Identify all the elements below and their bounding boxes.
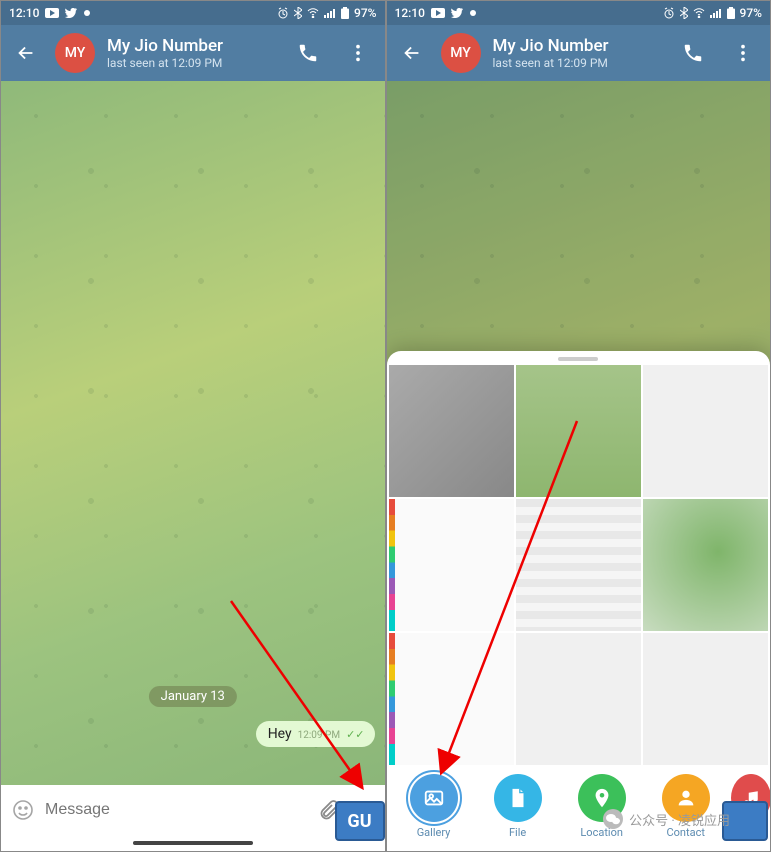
twitter-icon [65, 8, 77, 18]
status-time: 12:10 [9, 6, 39, 20]
chat-background-pattern [1, 81, 385, 785]
sheet-drag-handle[interactable] [558, 357, 598, 361]
twitter-icon [451, 8, 463, 18]
dot-icon [83, 9, 91, 17]
wifi-icon [693, 8, 705, 18]
read-ticks-icon: ✓✓ [346, 728, 364, 741]
wechat-source-overlay: 公众号 · 凌锐应用 [603, 809, 730, 829]
battery-icon [727, 7, 735, 19]
more-vertical-icon [732, 42, 754, 64]
gallery-thumbnail[interactable] [389, 499, 514, 631]
chat-title-block[interactable]: My Jio Number last seen at 12:09 PM [107, 36, 277, 71]
more-button[interactable] [724, 34, 762, 72]
input-bar [1, 785, 385, 835]
gallery-icon [410, 774, 458, 822]
status-bar: 12:10 97% [1, 1, 385, 25]
gallery-thumbnail[interactable] [389, 633, 514, 765]
chat-area[interactable]: January 13 Hey 12:09 PM ✓✓ [1, 81, 385, 785]
attachment-sheet[interactable]: Gallery File Location Contact [387, 351, 771, 851]
action-gallery[interactable]: Gallery [395, 774, 473, 839]
action-label: Gallery [417, 826, 451, 839]
action-label: File [509, 826, 526, 839]
call-button[interactable] [674, 34, 712, 72]
message-time: 12:09 PM [298, 730, 340, 741]
message-text: Hey [268, 726, 292, 742]
gallery-thumbnail[interactable] [643, 499, 768, 631]
file-icon [494, 774, 542, 822]
phone-icon [297, 42, 319, 64]
alarm-icon [277, 7, 289, 19]
emoji-button[interactable] [11, 798, 35, 822]
gallery-thumbnail[interactable] [516, 633, 641, 765]
back-button[interactable] [395, 36, 429, 70]
call-button[interactable] [289, 34, 327, 72]
chat-title-block[interactable]: My Jio Number last seen at 12:09 PM [493, 36, 663, 71]
dot-icon [469, 9, 477, 17]
message-input[interactable] [45, 801, 307, 819]
battery-icon [341, 7, 349, 19]
date-badge: January 13 [149, 686, 237, 707]
back-button[interactable] [9, 36, 43, 70]
wifi-icon [307, 8, 319, 18]
android-navbar[interactable] [1, 835, 385, 851]
bluetooth-icon [294, 7, 302, 19]
bluetooth-icon [680, 7, 688, 19]
battery-percent: 97% [354, 6, 376, 20]
more-vertical-icon [347, 42, 369, 64]
gallery-thumbnail[interactable] [389, 365, 514, 497]
contact-name: My Jio Number [107, 36, 277, 56]
smile-icon [11, 798, 35, 822]
action-file[interactable]: File [479, 774, 557, 839]
wechat-icon [603, 809, 623, 829]
last-seen: last seen at 12:09 PM [107, 56, 277, 70]
alarm-icon [663, 7, 675, 19]
gallery-thumbnail[interactable] [643, 365, 768, 497]
avatar[interactable]: MY [441, 33, 481, 73]
last-seen: last seen at 12:09 PM [493, 56, 663, 70]
gallery-thumbnail[interactable] [643, 633, 768, 765]
attachment-actions: Gallery File Location Contact [387, 765, 771, 851]
screenshot-left: 12:10 97% MY My Jio Number last seen at … [0, 0, 386, 852]
arrow-left-icon [401, 42, 423, 64]
battery-percent: 97% [740, 6, 762, 20]
contact-name: My Jio Number [493, 36, 663, 56]
avatar[interactable]: MY [55, 33, 95, 73]
signal-icon [710, 8, 722, 18]
youtube-icon [45, 8, 59, 18]
gallery-thumbnail[interactable] [516, 365, 641, 497]
status-bar: 12:10 97% [387, 1, 771, 25]
signal-icon [324, 8, 336, 18]
more-button[interactable] [339, 34, 377, 72]
message-bubble[interactable]: Hey 12:09 PM ✓✓ [256, 721, 375, 747]
youtube-icon [431, 8, 445, 18]
arrow-left-icon [15, 42, 37, 64]
gu-watermark [335, 801, 385, 841]
phone-icon [682, 42, 704, 64]
screenshot-right: 12:10 97% MY My Jio Number last seen at … [386, 0, 771, 852]
gallery-grid [387, 365, 771, 765]
status-time: 12:10 [395, 6, 425, 20]
gallery-thumbnail[interactable] [516, 499, 641, 631]
chat-header: MY My Jio Number last seen at 12:09 PM [387, 25, 771, 81]
chat-header: MY My Jio Number last seen at 12:09 PM [1, 25, 385, 81]
overlay-text: 公众号 · 凌锐应用 [629, 810, 730, 829]
